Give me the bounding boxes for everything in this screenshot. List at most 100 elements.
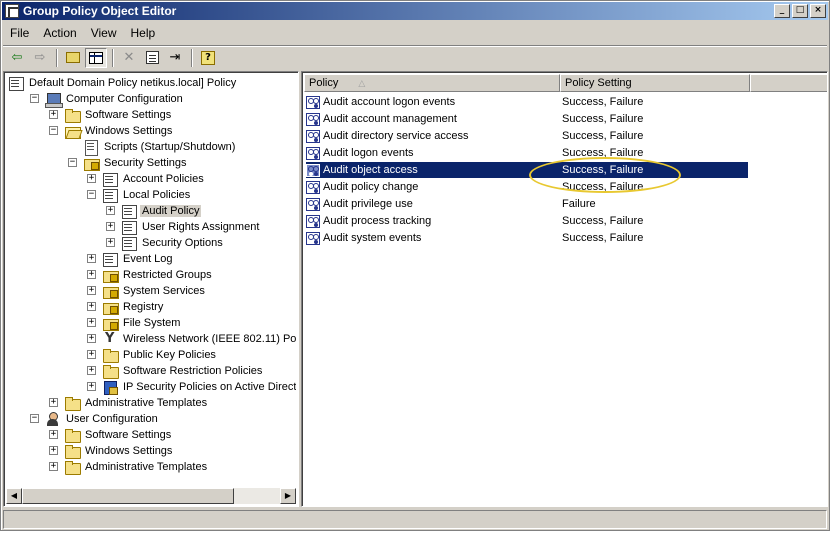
collapse-icon[interactable]: −: [49, 126, 58, 135]
policy-name: Audit logon events: [323, 147, 414, 159]
tree-item[interactable]: + Event Log: [87, 251, 175, 267]
expand-icon[interactable]: +: [87, 270, 96, 279]
expand-icon[interactable]: +: [87, 254, 96, 263]
tree-item[interactable]: + File System: [87, 315, 182, 331]
antenna-icon: [102, 331, 118, 346]
expand-icon[interactable]: +: [49, 110, 58, 119]
up-one-level-button[interactable]: [62, 48, 84, 68]
toolbar: ⇦ ⇨ ✕ ⇥ ?: [3, 45, 827, 69]
lock-folder-icon: [102, 284, 119, 299]
expand-icon[interactable]: +: [49, 398, 58, 407]
expand-icon[interactable]: +: [87, 174, 96, 183]
column-setting-label: Policy Setting: [565, 77, 632, 89]
tree-item[interactable]: − Security Settings: [68, 155, 189, 171]
expand-icon[interactable]: +: [87, 366, 96, 375]
help-button[interactable]: ?: [197, 48, 219, 68]
column-header-policy-setting[interactable]: Policy Setting: [560, 74, 750, 92]
expand-icon[interactable]: +: [87, 334, 96, 343]
tree-item-label: Software Settings: [85, 429, 172, 441]
scroll-right-button[interactable]: ▶: [280, 488, 296, 504]
policy-icon: [121, 220, 137, 235]
policy-row[interactable]: Audit system events Success, Failure: [306, 230, 748, 246]
policy-setting: Success, Failure: [562, 164, 644, 176]
collapse-icon[interactable]: −: [30, 94, 39, 103]
tree-item[interactable]: + Software Settings: [49, 427, 173, 443]
tree-item[interactable]: + Security Options: [106, 235, 225, 251]
tree-horizontal-scrollbar[interactable]: ◀ ▶: [6, 488, 296, 504]
tree-item[interactable]: Default Domain Policy netikus.local] Pol…: [8, 75, 238, 91]
tree-item[interactable]: + User Rights Assignment: [106, 219, 261, 235]
properties-button[interactable]: [141, 48, 163, 68]
tree-item[interactable]: + IP Security Policies on Active Director…: [87, 379, 296, 395]
details-pane[interactable]: Policy △ Policy Setting Audit account log…: [301, 71, 828, 507]
tree-item[interactable]: + Restricted Groups: [87, 267, 214, 283]
tree-item[interactable]: − Local Policies: [87, 187, 192, 203]
console-tree-pane[interactable]: Default Domain Policy netikus.local] Pol…: [3, 71, 299, 507]
expand-icon[interactable]: +: [49, 462, 58, 471]
tree-item[interactable]: Scripts (Startup/Shutdown): [83, 139, 237, 156]
tree-item[interactable]: + Wireless Network (IEEE 802.11) Policies: [87, 331, 296, 347]
tree-item[interactable]: + Administrative Templates: [49, 459, 209, 475]
expand-icon[interactable]: +: [49, 446, 58, 455]
close-button[interactable]: ×: [810, 4, 826, 18]
scroll-thumb[interactable]: [22, 488, 234, 504]
tree-item-label: Registry: [123, 301, 164, 313]
tree-item[interactable]: + Registry: [87, 299, 165, 315]
scroll-left-button[interactable]: ◀: [6, 488, 22, 504]
expand-icon[interactable]: +: [87, 350, 96, 359]
tree-item[interactable]: − User Configuration: [30, 411, 160, 427]
tree-item[interactable]: − Windows Settings: [49, 123, 174, 139]
expand-icon[interactable]: +: [87, 302, 96, 311]
tree-item[interactable]: + Public Key Policies: [87, 347, 218, 363]
policy-row[interactable]: Audit privilege use Failure: [306, 196, 748, 212]
tree-item[interactable]: + Audit Policy: [106, 203, 202, 219]
expand-icon[interactable]: +: [106, 238, 115, 247]
expand-icon[interactable]: +: [87, 382, 96, 391]
expand-icon[interactable]: +: [106, 206, 115, 215]
policy-row[interactable]: Audit process tracking Success, Failure: [306, 213, 748, 229]
tree-item[interactable]: + Software Settings: [49, 107, 173, 123]
back-button[interactable]: ⇦: [6, 48, 28, 68]
maximize-button[interactable]: □: [792, 4, 808, 18]
tree-item-label: Default Domain Policy netikus.local] Pol…: [29, 77, 237, 89]
expand-icon[interactable]: +: [106, 222, 115, 231]
expand-icon[interactable]: +: [87, 318, 96, 327]
policy-name: Audit account management: [323, 113, 457, 125]
menu-view[interactable]: View: [84, 26, 124, 40]
collapse-icon[interactable]: −: [30, 414, 39, 423]
tree-item-label: Restricted Groups: [123, 269, 212, 281]
expand-icon[interactable]: +: [87, 286, 96, 295]
policy-row[interactable]: Audit object access Success, Failure: [306, 162, 748, 178]
forward-button[interactable]: ⇨: [29, 48, 51, 68]
collapse-icon[interactable]: −: [68, 158, 77, 167]
show-hide-tree-button[interactable]: [85, 47, 107, 68]
policy-row[interactable]: Audit policy change Success, Failure: [306, 179, 748, 195]
tree-item[interactable]: + Account Policies: [87, 171, 206, 187]
menu-file[interactable]: File: [3, 26, 36, 40]
collapse-icon[interactable]: −: [87, 190, 96, 199]
menu-action[interactable]: Action: [36, 26, 83, 40]
tree-item[interactable]: + Software Restriction Policies: [87, 363, 264, 379]
tree-item[interactable]: + Windows Settings: [49, 443, 174, 459]
lock-folder-icon: [102, 316, 119, 331]
title-bar[interactable]: Group Policy Object Editor _ □ ×: [2, 2, 828, 20]
policy-row[interactable]: Audit account logon events Success, Failu…: [306, 94, 748, 110]
policy-name: Audit policy change: [323, 181, 419, 193]
expand-icon[interactable]: +: [49, 430, 58, 439]
tree-item[interactable]: + Administrative Templates: [49, 395, 209, 411]
policy-row[interactable]: Audit logon events Success, Failure: [306, 145, 748, 161]
policy-name: Audit account logon events: [323, 96, 456, 108]
policy-name: Audit directory service access: [323, 130, 469, 142]
menu-help[interactable]: Help: [124, 26, 163, 40]
policy-row[interactable]: Audit account management Success, Failure: [306, 111, 748, 127]
policy-name: Audit system events: [323, 232, 422, 244]
minimize-button[interactable]: _: [774, 4, 790, 18]
tree-item-label: Windows Settings: [85, 125, 173, 137]
tree-item[interactable]: − Computer Configuration: [30, 91, 185, 108]
policy-setting: Success, Failure: [562, 181, 644, 193]
export-list-button[interactable]: ⇥: [164, 48, 186, 68]
policy-row[interactable]: Audit directory service access Success, F…: [306, 128, 748, 144]
tree-item[interactable]: + System Services: [87, 283, 207, 299]
column-header-policy[interactable]: Policy △: [304, 74, 560, 92]
delete-button[interactable]: ✕: [118, 48, 140, 68]
